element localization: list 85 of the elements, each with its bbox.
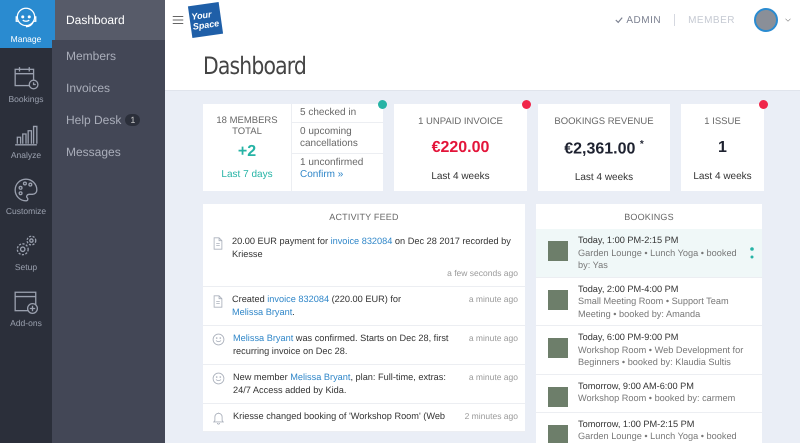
timestamp: a minute ago (468, 332, 518, 345)
nav-item[interactable]: Dashboard (52, 0, 165, 40)
panel-title: BOOKINGS (623, 211, 675, 224)
booking-details: Workshop Room • booked by: carmem (578, 392, 736, 404)
booking-details: Small Meeting Room • Support Team Meeting • booked by: Amanda (578, 295, 730, 320)
rail-item[interactable]: Add-ons (0, 280, 52, 336)
photo-placeholder (548, 241, 568, 261)
stat-value: €220.00 (432, 139, 490, 157)
booking-item[interactable]: Today, 2:00 PM-4:00 PM Small Meeting Room • Support Team Meeting • booked by: Amanda (536, 278, 762, 326)
nav-label: Members (66, 49, 116, 63)
card-title: BOOKINGS REVENUE (554, 116, 654, 127)
headset-face-icon (13, 4, 39, 30)
booking-item[interactable]: Tomorrow, 9:00 AM-6:00 PM Workshop Room • booked by: carmem (536, 374, 762, 412)
photo-placeholder (548, 338, 568, 358)
rail-item[interactable]: Analyze (0, 112, 52, 168)
nav-label: Invoices (66, 81, 110, 95)
document-icon (212, 294, 224, 309)
photo-placeholder (548, 386, 568, 406)
booking-item[interactable]: Tomorrow, 1:00 PM-2:15 PM Garden Lounge • Lunch Yoga • booked (536, 412, 762, 443)
window-plus-icon (13, 288, 39, 314)
role-toggle[interactable]: ADMIN (607, 14, 670, 26)
timestamp: 2 minutes ago (464, 410, 518, 423)
rail-item[interactable]: Bookings (0, 56, 52, 112)
booking-time: Today, 1:00 PM-2:15 PM (578, 234, 680, 246)
bell-icon (212, 411, 225, 425)
stat-line: 1 unconfirmed Confirm » (299, 156, 364, 182)
check-icon (615, 16, 624, 24)
activity-text: Kriesse changed booking of 'Workshop Room' (Web (233, 410, 446, 423)
link[interactable]: invoice 832084 (330, 236, 392, 246)
calendar-clock-icon (13, 64, 39, 90)
period-label: Last 4 weeks (431, 171, 490, 182)
card-title: 18 MEMBERS TOTAL (215, 115, 279, 137)
rail-item[interactable]: Setup (0, 224, 52, 280)
booking-time: Today, 2:00 PM-4:00 PM (578, 282, 680, 295)
page-title: Dashboard (203, 52, 308, 80)
nav-label: Messages (66, 145, 121, 159)
confirm-link[interactable]: Confirm » (300, 169, 344, 180)
smiley-icon (212, 372, 225, 385)
nav-item[interactable]: Members (52, 40, 165, 72)
timestamp: a minute ago (468, 371, 518, 384)
nav-label: Dashboard (66, 13, 125, 27)
activity-text: 20.00 EUR payment for invoice 832084 on Dec 28 2017 recorded by Kriesse (232, 235, 512, 261)
link[interactable]: Melissa Bryant (290, 372, 350, 382)
nav-item[interactable]: Invoices (52, 72, 165, 104)
booking-item[interactable]: Today, 6:00 PM-9:00 PM Workshop Room • Web Development for Beginners • booked by: Klaudia Sultis (536, 326, 762, 374)
stat-line: 0 upcoming cancellations (292, 123, 383, 154)
nav-item[interactable]: Help Desk 1 (52, 104, 165, 136)
count-badge: 1 (125, 114, 140, 126)
panel-title: ACTIVITY FEED (328, 211, 400, 224)
booking-time: Today, 6:00 PM-9:00 PM (578, 331, 680, 344)
booking-time: Tomorrow, 9:00 AM-6:00 PM (578, 380, 695, 392)
stat-value: 1 (718, 139, 727, 157)
timestamp: a minute ago (468, 293, 518, 306)
activity-text: Created invoice 832084 (220.00 EUR) for Melissa Bryant. (232, 293, 402, 319)
nav-label: Help Desk (66, 113, 122, 127)
photo-placeholder (548, 424, 568, 443)
period-label: Last 4 weeks (574, 172, 634, 184)
palette-icon (13, 176, 39, 202)
booking-details: Workshop Room • Web Development for Beginners • booked by: Klaudia Sultis (578, 344, 744, 368)
booking-details: Garden Lounge • Lunch Yoga • booked (578, 430, 738, 442)
stat-value: €2,361.00 $^{*}$ (564, 139, 644, 158)
period-label: Last 7 days (221, 169, 273, 180)
booking-item[interactable]: Today, 1:00 PM-2:15 PM Garden Lounge • Lunch Yoga • booked by: Yas (536, 229, 762, 278)
timestamp: a few seconds ago (447, 267, 518, 280)
rail-item[interactable]: Customize (0, 168, 52, 224)
photo-placeholder (548, 290, 568, 310)
link[interactable]: Melissa Bryant (232, 307, 292, 317)
card-title: 1 ISSUE (704, 116, 741, 127)
logo[interactable]: Your Space (188, 2, 224, 38)
link[interactable]: invoice 832084 (267, 294, 330, 304)
rail-item[interactable]: Manage (0, 0, 52, 48)
card-title: 1 UNPAID INVOICE (418, 116, 503, 127)
booking-time: Tomorrow, 1:00 PM-2:15 PM (578, 418, 696, 430)
nav-item[interactable]: Messages (52, 136, 165, 168)
activity-text: Melissa Bryant was confirmed. Starts on Dec 28, first recurring invoice on Dec 28. (233, 332, 450, 358)
link[interactable]: Melissa Bryant (233, 333, 294, 343)
document-icon (212, 236, 224, 251)
dots-icon[interactable] (750, 246, 754, 259)
member-change: +2 (238, 143, 256, 161)
smiley-icon (212, 333, 225, 346)
menu-icon (171, 13, 185, 27)
period-label: Last 4 weeks (693, 171, 752, 182)
booking-details: Garden Lounge • Lunch Yoga • booked by: Yas (578, 246, 738, 272)
activity-text: New member Melissa Bryant, plan: Full-time, extras: 24/7 Access added by Kida. (233, 371, 447, 397)
avatar[interactable] (754, 8, 778, 32)
